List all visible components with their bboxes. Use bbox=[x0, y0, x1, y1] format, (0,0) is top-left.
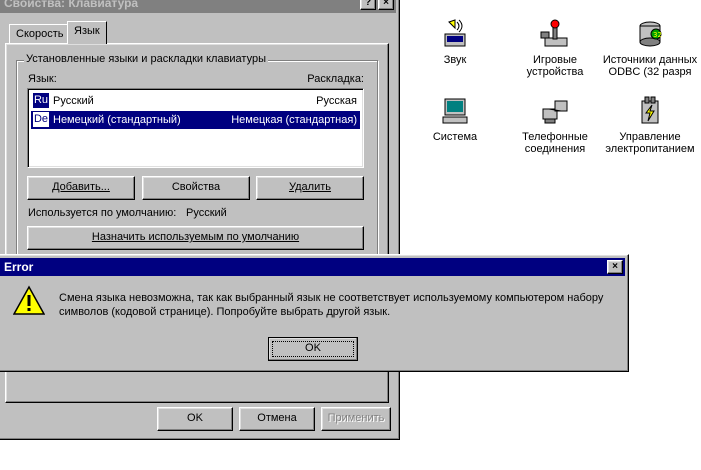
keyboard-properties-window: Свойства: Клавиатура ? × Скорость Язык У… bbox=[0, 0, 400, 440]
svg-text:32: 32 bbox=[653, 31, 662, 39]
layout-name: Немецкая (стандартная) bbox=[231, 114, 357, 126]
icon-label: Система bbox=[432, 131, 478, 143]
error-dialog: Error × Смена языка невозможна, так как … bbox=[0, 254, 629, 372]
default-language-label: Используется по умолчанию: bbox=[28, 207, 177, 219]
window-titlebar[interactable]: Свойства: Клавиатура ? × bbox=[0, 0, 396, 13]
joystick-icon bbox=[540, 19, 568, 47]
button-label: Удалить bbox=[289, 181, 331, 193]
system-item[interactable]: Система bbox=[405, 95, 505, 143]
power-item[interactable]: Управление электропитанием bbox=[600, 95, 700, 155]
computer-icon bbox=[442, 98, 468, 124]
button-label: Применить bbox=[327, 412, 385, 424]
set-default-button[interactable]: Назначить используемым по умолчанию bbox=[27, 226, 364, 250]
icon-label: Телефонные соединения bbox=[522, 131, 588, 155]
icon-label: Управление электропитанием bbox=[605, 131, 695, 155]
telephony-item[interactable]: Телефонные соединения bbox=[505, 95, 605, 155]
list-item[interactable]: De Немецкий (стандартный) Немецкая (стан… bbox=[31, 111, 360, 129]
remove-button[interactable]: Удалить bbox=[256, 176, 364, 200]
language-name: Русский bbox=[53, 95, 94, 107]
warning-icon bbox=[13, 285, 45, 315]
icon-label: Источники данных ODBC (32 разря bbox=[602, 54, 698, 78]
button-label: Добавить... bbox=[52, 181, 110, 193]
dialog-titlebar[interactable]: Error × bbox=[0, 258, 625, 276]
group-title: Установленные языки и раскладки клавиату… bbox=[24, 53, 268, 65]
layout-column-header: Раскладка: bbox=[307, 73, 364, 85]
close-button[interactable]: × bbox=[378, 0, 394, 10]
telephony-icon bbox=[542, 100, 568, 124]
language-code: Ru bbox=[33, 93, 49, 108]
icon-label: Звук bbox=[443, 54, 467, 66]
properties-button[interactable]: Свойства bbox=[142, 176, 250, 200]
button-label: Свойства bbox=[171, 181, 221, 193]
tab-language[interactable]: Язык bbox=[67, 21, 107, 44]
button-label: OK bbox=[187, 412, 203, 424]
close-icon: × bbox=[612, 261, 618, 272]
languages-listbox[interactable]: Ru Русский Русская De Немецкий (стандарт… bbox=[27, 88, 364, 168]
error-message: Смена языка невозможна, так как выбранны… bbox=[59, 292, 604, 318]
odbc-item[interactable]: 32 Источники данных ODBC (32 разря bbox=[600, 18, 700, 78]
default-language-value: Русский bbox=[186, 207, 227, 219]
help-button[interactable]: ? bbox=[360, 0, 376, 10]
layout-name: Русская bbox=[316, 95, 357, 107]
apply-button[interactable]: Применить bbox=[321, 407, 391, 431]
add-button[interactable]: Добавить... bbox=[27, 176, 135, 200]
window-title: Свойства: Клавиатура bbox=[4, 0, 139, 10]
button-label: OK bbox=[305, 342, 321, 354]
list-item[interactable]: Ru Русский Русская bbox=[31, 92, 360, 110]
button-label: Назначить используемым по умолчанию bbox=[91, 231, 300, 243]
tab-speed[interactable]: Скорость bbox=[9, 24, 71, 44]
language-column-header: Язык: bbox=[28, 73, 57, 85]
close-button[interactable]: × bbox=[607, 260, 623, 274]
cancel-button[interactable]: Отмена bbox=[239, 407, 315, 431]
power-icon bbox=[641, 96, 659, 124]
language-name: Немецкий (стандартный) bbox=[53, 114, 181, 126]
button-label: Отмена bbox=[257, 412, 297, 424]
game-devices-item[interactable]: Игровые устройства bbox=[505, 18, 605, 78]
tab-label: Язык bbox=[74, 25, 100, 37]
language-code: De bbox=[33, 112, 49, 127]
ok-button[interactable]: OK bbox=[268, 337, 358, 361]
tab-label: Скорость bbox=[16, 28, 64, 40]
dialog-title: Error bbox=[4, 260, 34, 274]
sound-item[interactable]: Звук bbox=[405, 18, 505, 66]
help-icon: ? bbox=[364, 0, 372, 8]
ok-button[interactable]: OK bbox=[157, 407, 233, 431]
speaker-icon bbox=[444, 19, 466, 47]
odbc-icon: 32 bbox=[639, 21, 662, 47]
icon-label: Игровые устройства bbox=[526, 54, 584, 78]
close-icon: × bbox=[383, 0, 389, 8]
